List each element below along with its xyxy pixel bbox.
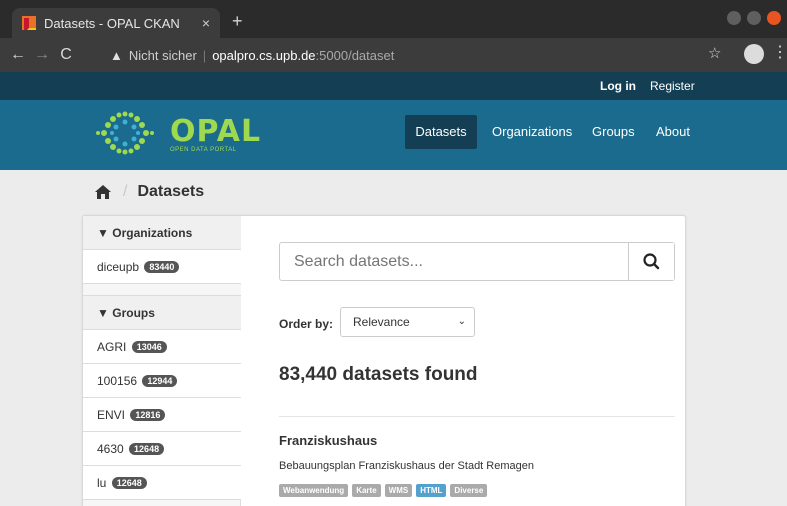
count-badge: 83440	[144, 261, 180, 273]
logo-subtitle: OPEN DATA PORTAL	[170, 147, 237, 153]
count-badge: 12944	[142, 375, 178, 387]
close-window-button[interactable]	[767, 11, 781, 25]
facet-item-label: 4630	[97, 442, 124, 456]
count-badge: 12816	[130, 409, 166, 421]
register-link[interactable]: Register	[650, 79, 695, 93]
minimize-button[interactable]	[727, 11, 741, 25]
format-badge[interactable]: Karte	[352, 484, 381, 497]
facet-heading-label: Organizations	[112, 226, 193, 240]
bookmark-star-icon[interactable]: ☆	[708, 44, 721, 62]
facet-item-100156[interactable]: 100156 12944	[83, 364, 241, 398]
facet-sidebar: ▼ Organizations diceupb 83440 ▼ Groups A…	[83, 216, 241, 506]
browser-toolbar: ← → C ▲ Nicht sicher | opalpro.cs.upb.de…	[0, 38, 787, 72]
warning-icon: ▲	[110, 47, 123, 63]
nav-organizations[interactable]: Organizations	[492, 115, 572, 149]
format-badge[interactable]: Diverse	[450, 484, 488, 497]
search-input[interactable]	[280, 243, 628, 280]
back-icon[interactable]: ←	[6, 46, 30, 64]
count-badge: 13046	[131, 341, 167, 353]
url-host: opalpro.cs.upb.de	[212, 47, 316, 63]
dataset-format-list: Webanwendung Karte WMS HTML Diverse	[279, 484, 488, 497]
dataset-title-link[interactable]: Franziskushaus	[279, 433, 377, 448]
search-box	[279, 242, 675, 281]
format-badge[interactable]: HTML	[416, 484, 447, 497]
security-label: Nicht sicher	[128, 47, 197, 63]
format-badge[interactable]: WMS	[384, 484, 413, 497]
facet-item-lu[interactable]: lu 12648	[83, 466, 241, 500]
filter-icon: ▼	[97, 226, 109, 240]
filter-icon: ▼	[97, 306, 109, 320]
opal-logo-icon	[96, 111, 154, 155]
maximize-button[interactable]	[747, 11, 761, 25]
profile-avatar[interactable]	[744, 44, 764, 64]
window-controls	[727, 11, 781, 25]
search-icon	[643, 253, 660, 270]
nav-datasets[interactable]: Datasets	[405, 115, 477, 149]
order-by-label: Order by:	[279, 317, 334, 331]
count-badge: 12648	[111, 477, 147, 489]
content-wrapper: ▼ Organizations diceupb 83440 ▼ Groups A…	[82, 215, 686, 506]
url-separator: |	[202, 47, 207, 63]
logo-title: OPAL	[170, 114, 262, 149]
account-bar: Log in Register	[0, 72, 787, 100]
nav-about[interactable]: About	[656, 115, 690, 149]
facet-item-label: AGRI	[97, 340, 127, 354]
site-logo[interactable]: OPAL OPEN DATA PORTAL	[94, 110, 260, 158]
tab-close-icon[interactable]: ×	[202, 15, 210, 31]
browser-menu-icon[interactable]: ⋮	[772, 42, 787, 62]
reload-icon[interactable]: C	[54, 46, 78, 64]
url-path: :5000/dataset	[315, 47, 395, 63]
breadcrumb: / Datasets	[95, 183, 204, 201]
home-icon[interactable]	[95, 185, 111, 199]
groups-facet-heading: ▼ Groups	[83, 296, 241, 330]
nav-groups[interactable]: Groups	[592, 115, 635, 149]
facet-divider	[83, 284, 241, 296]
chevron-down-icon: ⌄	[457, 316, 466, 327]
breadcrumb-separator: /	[123, 183, 128, 200]
facet-item-4630[interactable]: 4630 12648	[83, 432, 241, 466]
tab-title: Datasets - OPAL CKAN	[44, 15, 180, 31]
facet-item-label: ENVI	[97, 408, 126, 422]
facet-item-envi[interactable]: ENVI 12816	[83, 398, 241, 432]
facet-item-label: lu	[97, 476, 107, 490]
search-button[interactable]	[628, 243, 674, 280]
facet-item-label: diceupb	[97, 260, 140, 274]
facet-item-label: 100156	[97, 374, 138, 388]
browser-tab[interactable]: Datasets - OPAL CKAN ×	[12, 8, 220, 38]
order-by-select[interactable]: Relevance ⌄	[340, 307, 475, 337]
forward-icon[interactable]: →	[30, 46, 54, 64]
browser-tab-bar: Datasets - OPAL CKAN × +	[0, 0, 787, 38]
results-count: 83,440 datasets found	[279, 364, 478, 385]
favicon-icon	[22, 16, 36, 30]
format-badge[interactable]: Webanwendung	[279, 484, 349, 497]
organizations-facet-heading: ▼ Organizations	[83, 216, 241, 250]
facet-item-diceupb[interactable]: diceupb 83440	[83, 250, 241, 284]
dataset-description: Bebauungsplan Franziskushaus der Stadt R…	[279, 460, 534, 472]
order-by-value: Relevance	[353, 315, 410, 329]
facet-item-agri[interactable]: AGRI 13046	[83, 330, 241, 364]
login-link[interactable]: Log in	[600, 79, 636, 93]
address-bar[interactable]: ▲ Nicht sicher | opalpro.cs.upb.de :5000…	[110, 42, 732, 68]
count-badge: 12648	[129, 443, 165, 455]
breadcrumb-current[interactable]: Datasets	[137, 183, 204, 201]
divider	[279, 416, 675, 417]
facet-heading-label: Groups	[112, 306, 155, 320]
new-tab-button[interactable]: +	[232, 11, 243, 32]
